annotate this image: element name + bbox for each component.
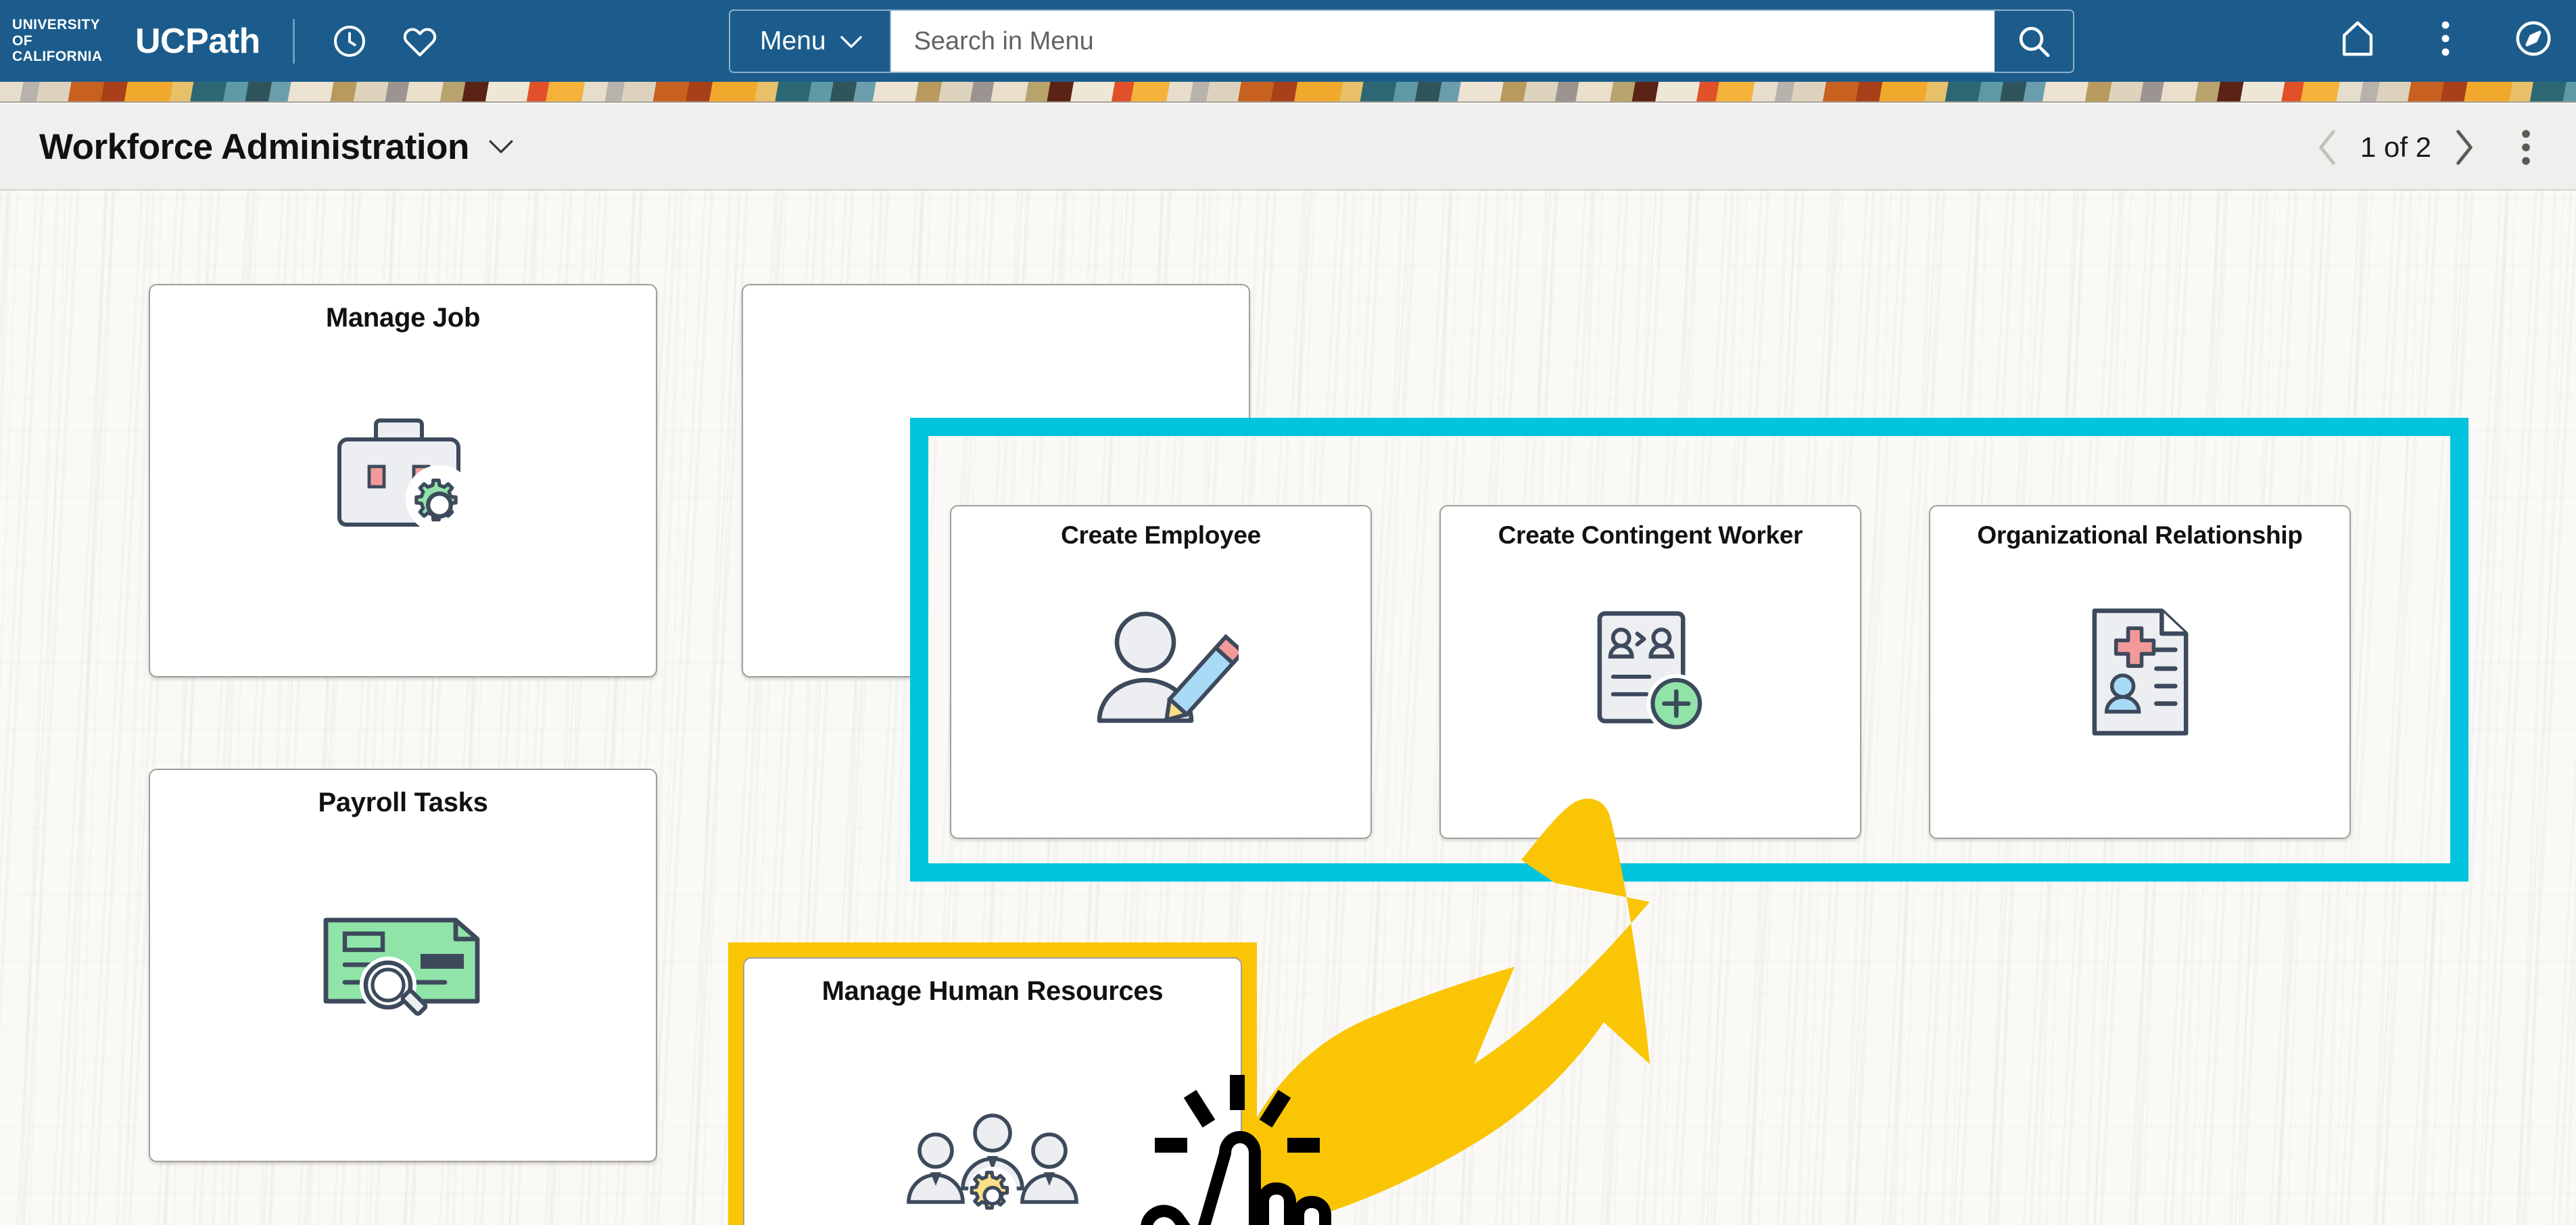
uc-logo: UNIVERSITY OF CALIFORNIA: [12, 17, 120, 65]
manage-hr-highlight-border: Manage Human Resources: [728, 942, 1257, 1225]
tile-label: Payroll Tasks: [318, 788, 488, 817]
menu-search-group: Menu: [729, 9, 2074, 73]
page-indicator-label: 1 of 2: [2360, 131, 2431, 163]
page-pagination: 1 of 2: [2298, 104, 2558, 191]
tile-create-employee[interactable]: Create Employee: [950, 505, 1372, 839]
chevron-down-icon[interactable]: [488, 139, 514, 155]
briefcase-gear-icon: [150, 410, 656, 552]
clock-icon[interactable]: [325, 16, 375, 66]
search-icon[interactable]: [1994, 11, 2073, 72]
search-input-container[interactable]: [890, 11, 1995, 72]
tile-organizational-relationship[interactable]: Organizational Relationship: [1929, 505, 2351, 839]
menu-dropdown-button[interactable]: Menu: [730, 11, 891, 72]
tile-create-contingent-worker[interactable]: Create Contingent Worker: [1439, 505, 1861, 839]
chevron-right-icon[interactable]: [2435, 128, 2494, 166]
uc-logo-line2: OF: [12, 32, 32, 49]
document-cross-person-icon: [1930, 603, 2350, 742]
tile-label: Manage Human Resources: [821, 976, 1164, 1006]
tile-label: Create Contingent Worker: [1498, 521, 1803, 549]
decorative-stripe-banner: [0, 82, 2576, 103]
top-navigation-bar: UNIVERSITY OF CALIFORNIA UCPath Menu: [0, 0, 2576, 82]
people-gear-icon: [744, 1110, 1241, 1218]
person-pencil-icon: [951, 604, 1370, 740]
compass-icon[interactable]: [2508, 14, 2558, 64]
tile-label: Create Employee: [1061, 521, 1261, 549]
homepage-tile-grid: Manage Job Payroll Tasks Manage Human Re…: [0, 191, 2576, 1225]
tile-manage-job[interactable]: Manage Job: [149, 284, 657, 677]
tile-manage-human-resources[interactable]: Manage Human Resources: [743, 957, 1242, 1225]
ucpath-workforce-administration-screen: UNIVERSITY OF CALIFORNIA UCPath Menu Sea…: [0, 0, 2576, 1225]
kebab-menu-icon[interactable]: [2420, 14, 2471, 64]
document-people-plus-icon: [1441, 603, 1860, 742]
chevron-down-icon: [840, 26, 863, 56]
heart-icon[interactable]: [395, 16, 445, 66]
page-title: Workforce Administration: [39, 126, 469, 167]
header-divider: [292, 18, 295, 64]
search-input[interactable]: [913, 26, 1995, 56]
menu-button-label: Menu: [760, 26, 826, 55]
uc-logo-line1: UNIVERSITY: [12, 17, 101, 33]
paycheck-magnifier-icon: [150, 901, 656, 1030]
teal-panel-inner: Create Employee Create Contingent Worker…: [928, 436, 2450, 863]
page-title-bar: Workforce Administration 1 of 2: [0, 104, 2576, 191]
kebab-menu-icon[interactable]: [2494, 128, 2558, 166]
header-right-icon-group: [2333, 14, 2558, 64]
chevron-left-icon[interactable]: [2298, 128, 2356, 166]
home-icon[interactable]: [2333, 14, 2383, 64]
teal-highlight-panel: Create Employee Create Contingent Worker…: [910, 418, 2468, 882]
tile-payroll-tasks[interactable]: Payroll Tasks: [149, 769, 657, 1162]
tile-label: Organizational Relationship: [1977, 521, 2303, 549]
ucpath-brand-title: UCPath: [135, 21, 260, 61]
tile-label: Manage Job: [325, 303, 481, 333]
uc-logo-line3: CALIFORNIA: [12, 49, 103, 65]
